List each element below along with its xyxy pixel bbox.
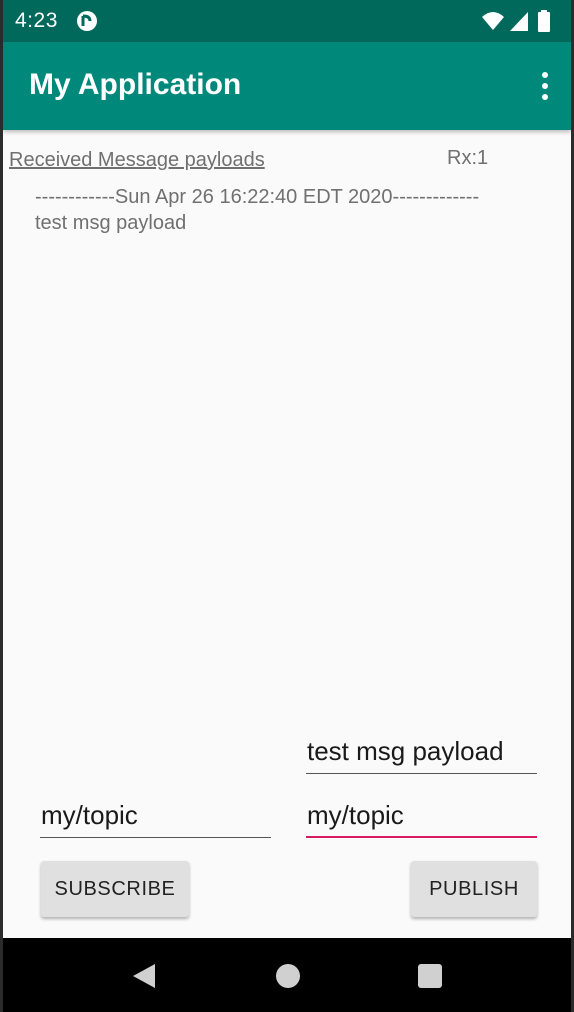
publish-payload-field[interactable]: test msg payload bbox=[306, 736, 537, 774]
phone-screen: 4:23 My Application Received Message pay bbox=[3, 0, 571, 1012]
subscribe-topic-field[interactable]: my/topic bbox=[40, 800, 271, 838]
app-notification-icon bbox=[77, 11, 97, 31]
received-header: Received Message payloads bbox=[9, 149, 265, 171]
app-bar: My Application bbox=[3, 42, 571, 130]
more-vert-icon[interactable] bbox=[539, 70, 551, 102]
wifi-icon bbox=[482, 12, 504, 30]
navigation-bar bbox=[3, 938, 571, 1012]
publish-topic-field[interactable]: my/topic bbox=[306, 800, 537, 838]
rx-count: Rx:1 bbox=[447, 147, 489, 169]
message-payload: test msg payload bbox=[35, 212, 187, 234]
back-icon[interactable] bbox=[131, 962, 157, 990]
status-bar: 4:23 bbox=[3, 0, 571, 42]
recents-icon[interactable] bbox=[418, 964, 442, 988]
battery-icon bbox=[538, 10, 550, 32]
publish-button[interactable]: PUBLISH bbox=[411, 861, 537, 917]
subscribe-button[interactable]: SUBSCRIBE bbox=[41, 861, 189, 917]
message-list: ------------Sun Apr 26 16:22:40 EDT 2020… bbox=[35, 184, 479, 236]
message-separator: ------------Sun Apr 26 16:22:40 EDT 2020… bbox=[35, 186, 480, 208]
home-icon[interactable] bbox=[276, 964, 300, 988]
cell-signal-icon bbox=[510, 12, 528, 31]
app-title: My Application bbox=[29, 68, 242, 101]
status-time: 4:23 bbox=[15, 9, 58, 32]
